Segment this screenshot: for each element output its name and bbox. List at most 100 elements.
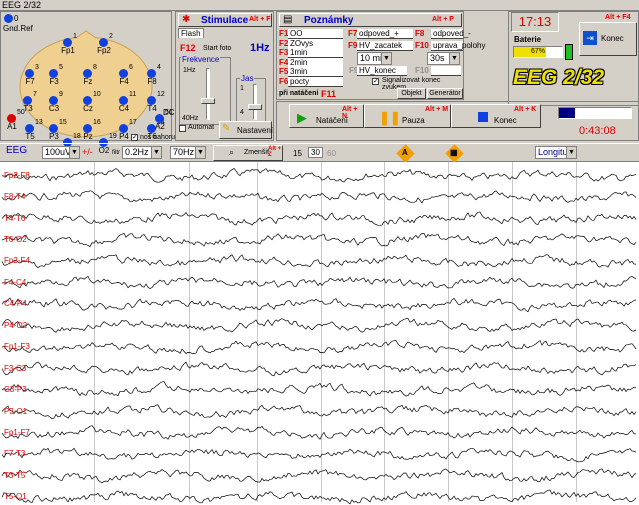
chevron-down-icon: ▼ [449,53,459,64]
channel-label[interactable]: T4-T6 [4,214,25,223]
electrode-label: P3 [49,132,59,141]
automat-checkbox[interactable] [179,125,186,132]
nataceni-button[interactable]: Alt + N ▶ Natáčení [289,104,364,128]
lowpass-select[interactable]: 70Hz ▼ [170,146,206,159]
note-field-f2[interactable]: ZOvys [288,38,343,49]
frequency-slider-track[interactable] [206,68,210,120]
pauza-button[interactable]: Alt + M ❚❚ Pauza [364,104,451,128]
pri-nataceni-label: při natáčení [279,90,319,97]
note-field-f10[interactable]: uprava_polohy [431,41,485,51]
eeg-trace-t4-t6 [1,211,637,226]
konec-record-button[interactable]: Alt + K Konec [451,104,541,128]
note-field-f10b[interactable] [431,66,461,76]
recording-progress-fill [559,108,575,118]
electrode-label: T5 [25,132,35,141]
channel-label[interactable]: P3-O1 [4,407,27,416]
note-field-f5[interactable]: 3min [288,67,343,77]
electrode-number: 18 [73,133,81,140]
highpass-value: 0.2Hz [125,147,149,157]
zmensit-label: Zmenšit [244,149,269,156]
electrode-label: F3 [49,77,59,86]
channel-label[interactable]: T6-O2 [4,235,27,244]
jas-slider-thumb[interactable] [248,104,262,110]
electrode-number: 19 [109,133,117,140]
frequency-slider-thumb[interactable] [201,98,215,104]
objekt-button[interactable]: Objekt [397,88,426,99]
konec-app-button[interactable]: ⇥ Konec [579,22,637,56]
channel-label[interactable]: Fp1-F3 [4,342,30,351]
generator-button[interactable]: Generátor [427,88,463,99]
electrode-number: 12 [157,91,165,98]
channel-label[interactable]: Fp2-F4 [4,256,30,265]
pauza-hotkey: Alt + M [425,106,449,113]
stimulation-button[interactable]: ✱ Stimulace Alt + F [178,13,272,27]
electrode-label: A2 [155,122,165,131]
duration-select[interactable]: 10 min ▼ [357,52,392,65]
jas-slider-track[interactable] [253,84,257,120]
eeg-trace-fp2-f4 [1,254,637,269]
channel-label[interactable]: T5-O1 [4,492,27,501]
clock-display: 17:13 [511,12,559,32]
chevron-down-icon: ▼ [381,53,391,64]
electrode-number: 11 [129,91,137,98]
channel-label[interactable]: F8-T4 [4,192,25,201]
konec-record-label: Konec [494,116,517,125]
channel-label[interactable]: P4-O2 [4,321,27,330]
konec-record-hotkey: Alt + K [514,106,537,113]
ground-ref-number: 0 [14,14,19,23]
notes-button[interactable]: ▤ Poznámky Alt + P [279,13,462,27]
window-title-bar: EEG 2/32 [0,0,639,11]
nataceni-label: Natáčení [316,116,349,125]
speed-15-button[interactable]: 15 [293,149,302,158]
electrode-number: 5 [59,64,63,71]
note-field-f3[interactable]: 1min [288,48,343,58]
note-field-f4[interactable]: 2min [288,57,343,68]
eeg-trace-f3-c3 [1,361,637,377]
electrode-label: C4 [118,104,130,113]
electrode-label: F7 [25,77,35,86]
plus-minus-button[interactable]: +/- [82,147,93,157]
nastaveni-button[interactable]: ✎ Nastavení [219,121,273,139]
note-key-f6: F6 [279,76,289,86]
channel-label[interactable]: Fp1-F7 [4,428,30,437]
note-field-f9b[interactable]: HV_konec [357,66,407,76]
note-key-f9: F9 [348,41,358,50]
electrode-label: F8 [147,77,157,86]
channel-label[interactable]: Fp2-F8 [4,171,30,180]
channel-label[interactable]: T3-T5 [4,471,25,480]
channel-label[interactable]: C4-P4 [4,299,27,308]
eeg-trace-f8-t4 [1,190,637,204]
note-field-f6[interactable]: pocty [288,76,343,87]
tools-icon: ✎ [222,123,231,134]
speed-60-button[interactable]: 60 [327,149,336,158]
interval-select[interactable]: 30s ▼ [427,52,460,65]
note-field-f7[interactable]: odpoved_+ [357,29,413,39]
signal-checkbox[interactable]: ✓ [372,78,379,85]
note-key-f2: F2 [279,38,289,48]
channel-label[interactable]: C3-P3 [4,385,27,394]
note-key-f8: F8 [415,29,425,38]
ground-ref-electrode[interactable] [4,14,13,23]
electrode-label: T4 [147,104,157,113]
note-key-f4: F4 [279,57,289,67]
electrode-number: 7 [33,91,37,98]
electrode-number: 17 [129,119,137,126]
note-field-f1[interactable]: OO [288,29,343,39]
note-field-f9[interactable]: HV_zacatek [357,41,413,51]
channel-label[interactable]: F7-T3 [4,449,25,458]
highpass-select[interactable]: 0.2Hz ▼ [122,146,162,159]
nos-nahoru-checkbox[interactable]: ✓ [131,134,138,141]
note-key-f5: F5 [279,67,289,76]
note-field-f8[interactable]: odpoved_- [431,29,471,39]
electrode-label: Fp1 [61,46,75,55]
gain-select[interactable]: 100uV ▼ [42,146,80,159]
channel-label[interactable]: F4-C4 [4,278,26,287]
montage-select[interactable]: Longitud ▼ [535,146,577,159]
zmensit-button[interactable]: ⌕ Zmenšit Alt + Z [213,145,283,161]
notes-hotkey: Alt + P [432,16,454,23]
speed-30-button[interactable]: 30 [308,147,323,158]
tab-flash[interactable]: Flash [178,28,204,38]
channel-label[interactable]: F3-C3 [4,364,26,373]
battery-value: 67% [530,48,545,55]
start-foto-label[interactable]: Start foto [203,45,231,52]
